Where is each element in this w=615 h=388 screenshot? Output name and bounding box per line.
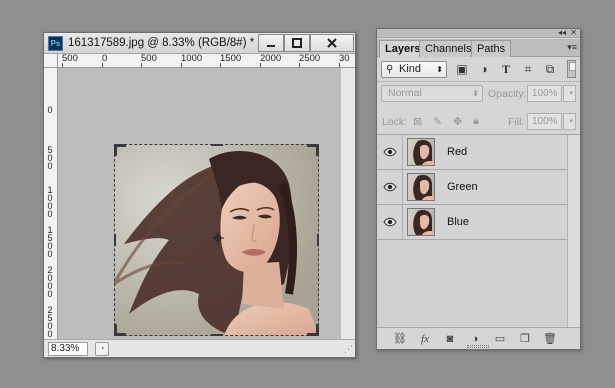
ruler-v-label: 1000	[47, 185, 53, 219]
fill-input[interactable]: 100%	[527, 113, 562, 130]
ruler-h-label: 2000	[260, 54, 282, 64]
crop-handle[interactable]	[114, 324, 117, 336]
vertical-ruler[interactable]: 0 500 1000 1500 2000 2500	[44, 68, 58, 339]
ruler-v-label: 0	[47, 105, 53, 115]
layer-row[interactable]: Blue	[377, 205, 567, 240]
filter-toggle-switch[interactable]	[567, 60, 576, 78]
document-titlebar[interactable]: Ps 161317589.jpg @ 8.33% (RGB/8#) *	[44, 33, 355, 54]
document-status-bar: 8.33% ◔ ⋰	[44, 339, 355, 357]
crop-handle[interactable]	[316, 324, 319, 336]
collapse-panel-icon[interactable]: ◂◂	[558, 28, 566, 37]
smart-object-filter-icon[interactable]: ⧉	[543, 62, 557, 76]
opacity-label: Opacity:	[488, 88, 527, 100]
eye-icon	[382, 147, 397, 157]
layer-thumbnail	[407, 173, 435, 201]
layer-name: Blue	[447, 216, 470, 228]
ruler-h-label: 30	[339, 54, 350, 64]
shape-layer-filter-icon[interactable]: ⌗	[521, 62, 535, 76]
document-vertical-scrollbar[interactable]	[340, 68, 355, 339]
ruler-h-label: 500	[62, 54, 78, 64]
type-layer-filter-icon[interactable]: T	[499, 62, 513, 76]
lock-all-icon[interactable]: 🔒︎	[473, 115, 479, 128]
blend-mode-select[interactable]: Normal ⬍	[381, 85, 483, 102]
layer-row[interactable]: Green	[377, 170, 567, 205]
zoom-level-input[interactable]: 8.33%	[48, 342, 88, 356]
layers-list: Red Green Blue	[377, 134, 580, 327]
eye-icon	[382, 217, 397, 227]
ruler-v-label: 2500	[47, 305, 53, 339]
blend-mode-value: Normal	[388, 87, 422, 99]
panel-header-bar[interactable]: ◂◂ ✕	[377, 28, 580, 38]
updown-arrows-icon: ⬍	[472, 89, 479, 98]
tab-channels[interactable]: Channels	[419, 40, 478, 57]
opacity-input[interactable]: 100%	[527, 85, 562, 102]
pixel-layer-filter-icon[interactable]: ▣	[455, 62, 469, 76]
crop-handle[interactable]	[317, 234, 319, 246]
layer-name: Green	[447, 181, 478, 193]
panel-close-icon[interactable]: ✕	[570, 28, 577, 37]
tab-paths[interactable]: Paths	[471, 40, 512, 57]
crop-handle[interactable]	[114, 144, 117, 156]
document-window: Ps 161317589.jpg @ 8.33% (RGB/8#) * 500 …	[43, 32, 356, 358]
adjustment-layer-filter-icon[interactable]: ◑	[477, 62, 491, 76]
crosshair-cursor-icon	[212, 232, 224, 244]
layer-visibility-toggle[interactable]	[377, 170, 403, 204]
new-group-folder-icon[interactable]: ▭	[493, 332, 507, 346]
lock-label: Lock:	[382, 116, 408, 128]
photoshop-logo-icon: Ps	[48, 36, 63, 51]
ruler-v-label: 500	[47, 145, 53, 171]
crop-handle[interactable]	[316, 144, 319, 156]
divider	[377, 81, 580, 82]
crop-handle[interactable]	[211, 144, 223, 146]
resize-grip-icon[interactable]: ⋰	[344, 344, 353, 355]
ruler-h-label: 0	[102, 54, 108, 64]
ruler-v-label: 1500	[47, 225, 53, 259]
layer-name: Red	[447, 146, 468, 158]
link-layers-icon[interactable]: ⛓	[393, 332, 407, 346]
ruler-h-label: 2500	[299, 54, 321, 64]
delete-layer-trash-icon[interactable]: 🗑︎	[543, 332, 557, 346]
eye-icon	[382, 182, 397, 192]
canvas-area[interactable]	[59, 68, 339, 339]
fill-label: Fill:	[508, 116, 525, 128]
layers-panel: ◂◂ ✕ Layers Channels Paths ▾≡ ⚲ Kind ⬍ ▣…	[376, 28, 581, 350]
ruler-h-label: 500	[141, 54, 157, 64]
horizontal-ruler[interactable]: 500 0 500 1000 1500 2000 2500 30	[58, 54, 355, 68]
close-button[interactable]	[310, 34, 354, 52]
crop-handle[interactable]	[211, 334, 223, 336]
layer-thumbnail	[407, 138, 435, 166]
maximize-button[interactable]	[284, 34, 310, 52]
layer-thumbnail	[407, 208, 435, 236]
panel-resize-grip[interactable]	[467, 345, 489, 348]
panel-tab-row: Layers Channels Paths ▾≡	[377, 39, 580, 58]
lock-transparent-pixels-icon[interactable]: ⊠	[413, 115, 422, 128]
lock-image-pixels-icon[interactable]: ✎	[433, 115, 442, 128]
layer-filter-select[interactable]: ⚲ Kind ⬍	[381, 61, 447, 78]
ruler-h-label: 1000	[181, 54, 203, 64]
document-info-icon[interactable]: ◔	[95, 342, 109, 356]
document-title: 161317589.jpg @ 8.33% (RGB/8#) *	[68, 37, 255, 49]
ruler-origin[interactable]	[44, 54, 58, 68]
layers-scrollbar[interactable]	[567, 135, 580, 327]
layer-visibility-toggle[interactable]	[377, 135, 403, 169]
ruler-h-label: 1500	[220, 54, 242, 64]
layer-visibility-toggle[interactable]	[377, 205, 403, 239]
panel-menu-icon[interactable]: ▾≡	[567, 42, 577, 53]
ruler-v-label: 2000	[47, 265, 53, 299]
layer-style-fx-icon[interactable]: fx	[418, 332, 432, 346]
search-icon: ⚲	[386, 64, 394, 75]
opacity-dropdown-button[interactable]: ▾	[563, 85, 576, 102]
lock-position-icon[interactable]: ✥	[453, 115, 462, 128]
fill-dropdown-button[interactable]: ▾	[563, 113, 576, 130]
crop-handle[interactable]	[114, 234, 116, 246]
layers-panel-footer: ⛓ fx ◙ ◑ ▭ ❐ 🗑︎	[377, 327, 580, 349]
minimize-button[interactable]	[258, 34, 284, 52]
layer-row[interactable]: Red	[377, 135, 567, 170]
filter-kind-label: Kind	[399, 63, 422, 75]
updown-arrows-icon: ⬍	[436, 65, 443, 74]
add-mask-icon[interactable]: ◙	[443, 332, 457, 346]
new-adjustment-layer-icon[interactable]: ◑	[468, 332, 482, 346]
new-layer-icon[interactable]: ❐	[518, 332, 532, 346]
